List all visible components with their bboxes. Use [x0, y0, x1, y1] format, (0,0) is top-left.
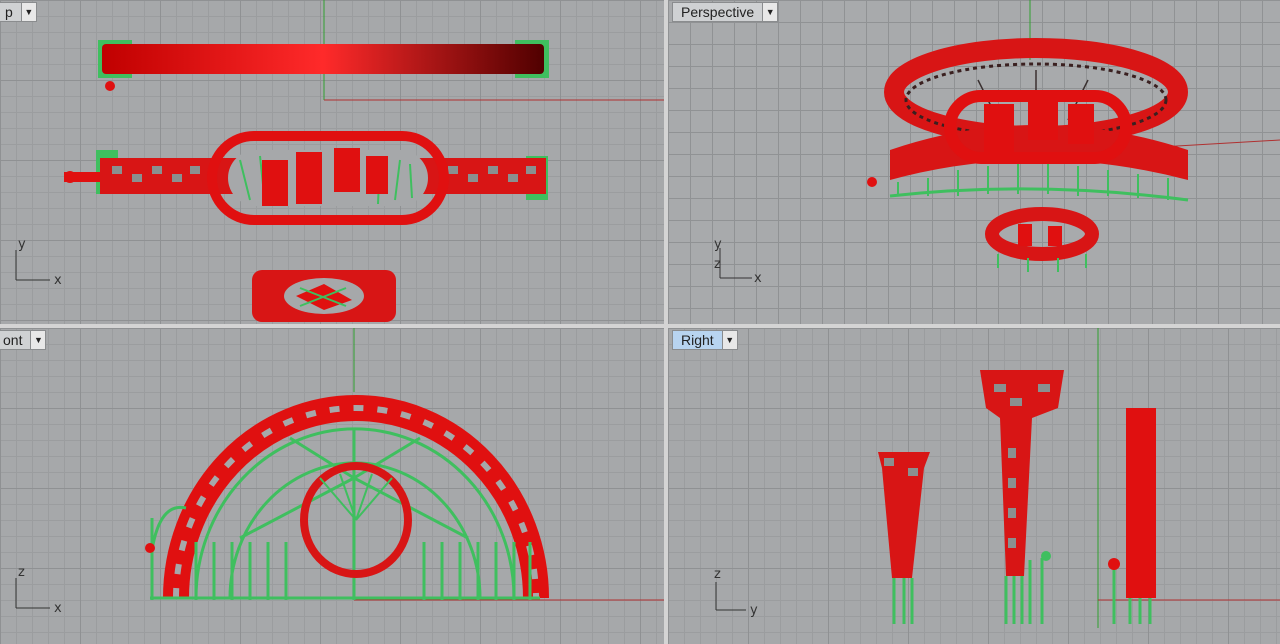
chevron-down-icon[interactable]: ▼: [21, 2, 37, 22]
axis-widget-perspective: y z x: [714, 237, 762, 286]
svg-text:x: x: [54, 601, 62, 616]
chevron-down-icon[interactable]: ▼: [31, 330, 47, 350]
viewport-top-label[interactable]: p: [0, 2, 22, 22]
chevron-down-icon[interactable]: ▼: [763, 2, 779, 22]
viewport-perspective-tab[interactable]: Perspective ▼: [672, 2, 779, 22]
right-part-2: [980, 370, 1064, 624]
ring-strip-middle: [64, 131, 548, 225]
viewport-perspective-label[interactable]: Perspective: [672, 2, 764, 22]
axis-widget-front: z x: [15, 565, 62, 616]
viewport-top-tab[interactable]: p ▼: [0, 2, 37, 22]
svg-text:z: z: [18, 565, 25, 580]
svg-text:x: x: [54, 273, 62, 288]
axis-widget-right: z y: [714, 567, 758, 618]
top-view-scene: y x: [15, 0, 664, 322]
svg-text:z: z: [714, 257, 721, 272]
perspective-view-scene: y z x: [714, 0, 1280, 286]
viewport-perspective[interactable]: Perspective ▼ y z x: [668, 0, 1280, 324]
axis-widget-top: y x: [15, 237, 62, 288]
viewport-front-label[interactable]: ont: [0, 330, 32, 350]
sprue-ball: [105, 81, 115, 91]
viewport-divider-horizontal[interactable]: [0, 324, 1280, 328]
ring-small-perspective: [985, 207, 1099, 272]
viewport-right-tab[interactable]: Right ▼: [672, 330, 738, 350]
svg-text:x: x: [754, 271, 762, 286]
viewport-top[interactable]: p ▼ y x: [0, 0, 664, 324]
front-view-scene: z x: [15, 328, 664, 616]
chevron-down-icon[interactable]: ▼: [722, 330, 738, 350]
right-view-scene: z y: [714, 328, 1280, 628]
arch-outer: [163, 395, 549, 599]
ring-small-top: [252, 270, 396, 322]
svg-text:y: y: [18, 237, 26, 252]
svg-text:y: y: [750, 603, 758, 618]
viewport-front[interactable]: ont ▼ z x: [0, 328, 664, 644]
svg-text:z: z: [714, 567, 721, 582]
inner-ring: [300, 462, 412, 578]
viewport-right-label[interactable]: Right: [672, 330, 723, 350]
right-part-1: [878, 452, 930, 624]
viewport-right[interactable]: Right ▼ z y: [668, 328, 1280, 644]
viewport-divider-vertical[interactable]: [664, 0, 668, 644]
viewport-grid: p ▼ y x Perspective ▼ y z x ont ▼ z x Ri…: [0, 0, 1280, 644]
viewport-front-tab[interactable]: ont ▼: [0, 330, 47, 350]
svg-text:y: y: [714, 237, 722, 252]
right-part-3: [1108, 408, 1156, 624]
